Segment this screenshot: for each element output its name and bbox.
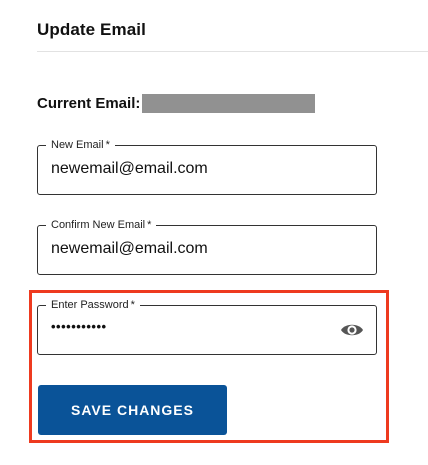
divider (37, 51, 428, 52)
redacted-current-email (142, 93, 316, 113)
required-mark: * (105, 139, 110, 151)
current-email-label: Current Email: (37, 94, 141, 112)
confirm-email-value[interactable]: newemail@email.com (51, 240, 208, 258)
password-label: Enter Password * (46, 298, 140, 312)
required-mark: * (130, 299, 135, 311)
confirm-email-field[interactable]: Confirm New Email * newemail@email.com (37, 218, 377, 275)
save-changes-button[interactable]: SAVE CHANGES (38, 385, 227, 435)
new-email-field[interactable]: New Email * newemail@email.com (37, 138, 377, 195)
section-title: Update Email (37, 20, 146, 39)
confirm-email-label: Confirm New Email * (46, 218, 157, 232)
current-email-row: Current Email: (37, 93, 316, 113)
password-value[interactable]: ••••••••••• (51, 319, 107, 334)
eye-icon[interactable] (340, 320, 364, 340)
new-email-value[interactable]: newemail@email.com (51, 160, 208, 178)
update-email-form: Update Email Current Email: New Email * n… (0, 0, 428, 465)
password-field[interactable]: Enter Password * ••••••••••• (37, 298, 377, 355)
required-mark: * (147, 219, 152, 231)
new-email-label: New Email * (46, 138, 115, 152)
